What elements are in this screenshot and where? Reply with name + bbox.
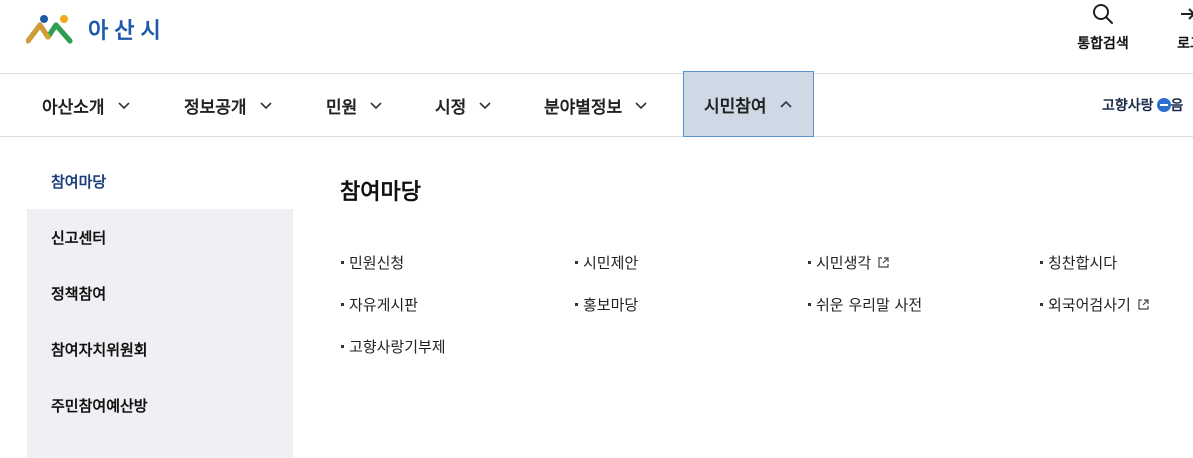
bullet	[575, 261, 578, 264]
e-circle-icon	[1156, 98, 1171, 112]
link-label: 홍보마당	[583, 296, 639, 314]
link-label: 자유게시판	[349, 296, 419, 314]
nav-item-label: 시정	[435, 97, 467, 118]
link-label: 칭찬합시다	[1048, 254, 1118, 272]
search-icon	[1093, 4, 1113, 24]
chevron-down-icon	[479, 102, 491, 110]
link-easy-korean-dictionary[interactable]: 쉬운 우리말 사전	[808, 294, 922, 315]
side-item-report-center[interactable]: 신고센터	[27, 209, 293, 265]
bullet	[341, 261, 344, 264]
login-button[interactable]: 로그	[1160, 0, 1193, 53]
link-label: 시민제안	[583, 254, 639, 272]
link-label: 고향사랑기부제	[349, 338, 446, 356]
nav-item-label: 정보공개	[184, 97, 247, 118]
chevron-down-icon	[635, 102, 647, 110]
hometown-love-suffix: 음	[1170, 98, 1184, 114]
external-link-icon	[878, 257, 889, 268]
bullet	[341, 303, 344, 306]
bullet	[341, 345, 344, 348]
chevron-down-icon	[370, 102, 382, 110]
link-civil-application[interactable]: 민원신청	[341, 252, 404, 273]
link-label: 외국어검사기	[1048, 296, 1131, 314]
site-header: 아산시 통합검색 로그	[0, 0, 1193, 73]
link-compliments[interactable]: 칭찬합시다	[1040, 252, 1117, 273]
side-item-participation-yard[interactable]: 참여마당	[27, 153, 293, 209]
bullet	[808, 303, 811, 306]
side-item-participatory-budget[interactable]: 주민참여예산방	[27, 377, 293, 433]
site-logo[interactable]: 아산시	[26, 12, 167, 46]
link-free-board[interactable]: 자유게시판	[341, 294, 418, 315]
link-label: 쉬운 우리말 사전	[816, 296, 923, 314]
hometown-love-label: 고향사랑	[1102, 98, 1154, 114]
nav-item-citizen-participation[interactable]: 시민참여	[683, 71, 814, 137]
nav-item-label: 민원	[326, 97, 358, 118]
link-promotion-yard[interactable]: 홍보마당	[575, 294, 638, 315]
bullet	[808, 261, 811, 264]
asan-logo-icon	[26, 15, 73, 44]
side-item-policy-participation[interactable]: 정책참여	[27, 265, 293, 321]
logo-text: 아산시	[88, 19, 167, 44]
chevron-down-icon	[117, 102, 130, 110]
search-button[interactable]: 통합검색	[1068, 0, 1138, 53]
nav-item-city-admin[interactable]: 시정	[435, 74, 492, 136]
external-link-icon	[1138, 299, 1149, 310]
bullet	[1040, 261, 1043, 264]
page-title: 참여마당	[340, 180, 421, 205]
nav-item-civil-service[interactable]: 민원	[326, 74, 383, 136]
link-hometown-donation[interactable]: 고향사랑기부제	[341, 336, 446, 357]
nav-item-label: 시민참여	[704, 96, 767, 117]
link-label: 민원신청	[349, 254, 405, 272]
link-citizen-proposal[interactable]: 시민제안	[575, 252, 638, 273]
side-item-label: 주민참여예산방	[51, 396, 148, 415]
bullet	[1040, 303, 1043, 306]
link-citizen-thoughts[interactable]: 시민생각	[808, 252, 890, 273]
nav-item-field-info[interactable]: 분야별정보	[544, 74, 648, 136]
nav-item-label: 아산소개	[42, 97, 105, 118]
global-nav: 아산소개 정보공개 민원 시정 분야별정보 시민참여 고향사랑 음	[0, 71, 1193, 137]
side-item-label: 정책참여	[51, 284, 107, 303]
bullet	[575, 303, 578, 306]
side-menu: 참여마당 신고센터 정책참여 참여자치위원회 주민참여예산방	[27, 153, 293, 458]
hometown-love-link[interactable]: 고향사랑 음	[1102, 74, 1183, 136]
link-label: 시민생각	[816, 254, 872, 272]
nav-item-info-disclosure[interactable]: 정보공개	[184, 74, 273, 136]
side-item-label: 신고센터	[51, 228, 107, 247]
search-label: 통합검색	[1077, 36, 1129, 52]
side-item-label: 참여자치위원회	[51, 340, 148, 359]
login-icon	[1181, 8, 1193, 20]
side-item-self-governance-committee[interactable]: 참여자치위원회	[27, 321, 293, 377]
chevron-down-icon	[259, 102, 272, 110]
nav-item-label: 분야별정보	[544, 97, 623, 118]
link-foreign-word-checker[interactable]: 외국어검사기	[1040, 294, 1150, 315]
nav-item-about[interactable]: 아산소개	[42, 74, 131, 136]
login-label: 로그	[1177, 36, 1193, 52]
side-item-label: 참여마당	[51, 172, 107, 191]
chevron-up-icon	[779, 100, 792, 108]
